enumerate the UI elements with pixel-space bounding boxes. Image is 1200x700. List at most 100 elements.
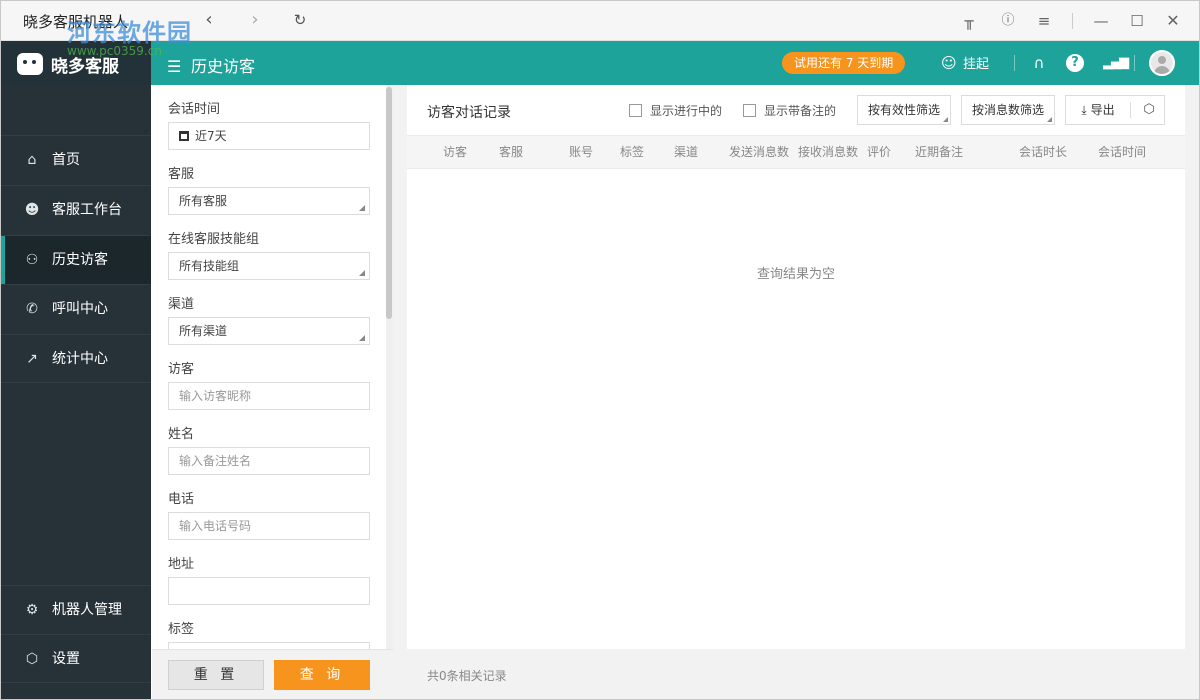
title-bar: 晓多客服机器人 ‹ › ↻ ╥ ⓘ ≡ — ☐ ✕ (1, 1, 1199, 41)
column-header: 发送消息数 (729, 145, 790, 159)
header-divider (1134, 55, 1135, 71)
header-divider (1014, 55, 1015, 71)
skill-group-label: 在线客服技能组 (168, 232, 260, 247)
checkbox-box (629, 104, 642, 117)
msg-count-filter-select[interactable]: 按消息数筛选 (961, 95, 1055, 125)
filter-scrollbar-thumb[interactable] (386, 87, 392, 319)
empty-state: 查询结果为空 (756, 267, 835, 282)
show-ongoing-label: 显示进行中的 (650, 104, 723, 118)
sidebar-item-label: 机器人管理 (52, 602, 122, 618)
export-button[interactable]: ⤓ 导出 (1066, 96, 1130, 124)
visitor-label: 访客 (168, 362, 195, 377)
dropdown-corner-icon (359, 270, 365, 276)
app-window: 晓多客服机器人 ‹ › ↻ ╥ ⓘ ≡ — ☐ ✕ 河东软件园 www.pc03… (0, 0, 1200, 700)
window-title: 晓多客服机器人 (23, 13, 129, 31)
channel-value: 所有渠道 (179, 324, 228, 338)
dropdown-corner-icon (943, 117, 948, 122)
tags-label: 标签 (168, 622, 195, 637)
tags-input[interactable] (168, 642, 370, 649)
records-title: 访客对话记录 (427, 105, 511, 121)
avatar[interactable] (1149, 50, 1175, 76)
sidebar-item-history-visitors[interactable]: ⚇ 历史访客 (1, 235, 151, 285)
signal-icon: ▂▄▆ (1103, 55, 1129, 70)
phone-icon: ✆ (26, 301, 38, 317)
validity-filter-select[interactable]: 按有效性筛选 (857, 95, 951, 125)
sidebar-item-statistics[interactable]: ↗ 统计中心 (1, 334, 151, 383)
column-header: 评价 (867, 145, 892, 159)
agent-select[interactable]: 所有客服 (168, 187, 370, 215)
session-time-value: 近7天 (195, 129, 227, 143)
agent-select-value: 所有客服 (179, 194, 228, 208)
sidebar-item-call-center[interactable]: ✆ 呼叫中心 (1, 284, 151, 333)
column-header: 近期备注 (915, 145, 964, 159)
session-time-picker[interactable]: 近7天 (168, 122, 370, 150)
export-group: ⤓ 导出 ⬡ (1065, 95, 1165, 125)
skill-group-value: 所有技能组 (179, 259, 240, 273)
help-icon[interactable]: ? (1066, 54, 1084, 72)
sidebar-item-label: 统计中心 (52, 351, 108, 367)
session-time-label: 会话时间 (168, 102, 221, 117)
column-header: 访客 (443, 145, 468, 159)
query-button[interactable]: 查 询 (274, 660, 370, 690)
skill-group-select[interactable]: 所有技能组 (168, 252, 370, 280)
calendar-icon (179, 131, 189, 141)
minimize-icon[interactable]: — (1090, 10, 1112, 32)
titlebar-divider (1072, 13, 1073, 29)
forward-icon[interactable]: › (243, 9, 267, 30)
dropdown-corner-icon (359, 335, 365, 341)
show-with-notes-checkbox[interactable]: 显示带备注的 (743, 104, 836, 118)
hang-button[interactable]: ☺ 挂起 (941, 52, 989, 76)
agent-label: 客服 (168, 167, 195, 182)
name-input[interactable]: 输入备注姓名 (168, 447, 370, 475)
robot-icon: ⚙ (25, 602, 39, 618)
hang-label: 挂起 (963, 57, 990, 72)
headset-icon[interactable]: ∩ (1029, 53, 1049, 73)
export-label: 导出 (1090, 103, 1115, 117)
menu-icon[interactable]: ≡ (1033, 10, 1055, 32)
info-icon[interactable]: ⓘ (997, 10, 1019, 32)
page-title: ☰ 历史访客 (167, 53, 255, 77)
sidebar-item-workbench[interactable]: ☻ 客服工作台 (1, 185, 151, 234)
back-icon[interactable]: ‹ (197, 9, 221, 30)
checkbox-box (743, 104, 756, 117)
channel-label: 渠道 (168, 297, 195, 312)
sidebar-item-robot-management[interactable]: ⚙ 机器人管理 (1, 585, 151, 634)
sidebar-item-home[interactable]: ⌂ 首页 (1, 135, 151, 184)
phone-input[interactable]: 输入电话号码 (168, 512, 370, 540)
column-header: 账号 (569, 145, 594, 159)
column-header: 接收消息数 (798, 145, 859, 159)
download-icon: ⤓ (1081, 103, 1087, 117)
app-header: 晓多客服 ☰ 历史访客 试用还有 7 天到期 ☺ 挂起 ∩ ? ▂▄▆ (1, 41, 1199, 85)
sidebar-item-label: 设置 (52, 651, 80, 667)
visitor-input[interactable]: 输入访客昵称 (168, 382, 370, 410)
records-total: 共0条相关记录 (427, 669, 507, 683)
column-header: 客服 (499, 145, 524, 159)
name-label: 姓名 (168, 427, 195, 442)
home-icon: ⌂ (27, 152, 37, 168)
dropdown-corner-icon (359, 205, 365, 211)
phone-label: 电话 (168, 492, 195, 507)
refresh-icon[interactable]: ↻ (288, 11, 312, 29)
dropdown-corner-icon (1047, 117, 1052, 122)
column-header: 渠道 (674, 145, 699, 159)
address-input[interactable] (168, 577, 370, 605)
show-ongoing-checkbox[interactable]: 显示进行中的 (629, 104, 722, 118)
channel-select[interactable]: 所有渠道 (168, 317, 370, 345)
list-menu-icon[interactable]: ☰ (167, 57, 185, 76)
validity-filter-label: 按有效性筛选 (868, 103, 941, 117)
maximize-icon[interactable]: ☐ (1126, 10, 1148, 32)
address-label: 地址 (168, 557, 195, 572)
filter-panel: 会话时间 近7天 客服 所有客服 在线客服技能组 所有技能组 渠道 所有渠道 访… (152, 85, 386, 649)
pin-icon[interactable]: ╥ (958, 10, 980, 32)
sidebar-item-settings[interactable]: ⬡ 设置 (1, 634, 151, 683)
brand-name: 晓多客服 (51, 57, 119, 77)
close-icon[interactable]: ✕ (1162, 10, 1184, 32)
trial-badge[interactable]: 试用还有 7 天到期 (782, 52, 906, 74)
settings-icon: ⬡ (25, 651, 39, 667)
column-settings-icon[interactable]: ⬡ (1136, 96, 1162, 124)
column-header: 会话时间 (1098, 145, 1147, 159)
table-header: 访客 客服 账号 标签 渠道 发送消息数 接收消息数 评价 近期备注 会话时长 … (407, 135, 1185, 169)
sidebar-item-label: 历史访客 (52, 252, 108, 268)
reset-button[interactable]: 重 置 (168, 660, 264, 690)
filter-footer: 重 置 查 询 (152, 649, 393, 699)
